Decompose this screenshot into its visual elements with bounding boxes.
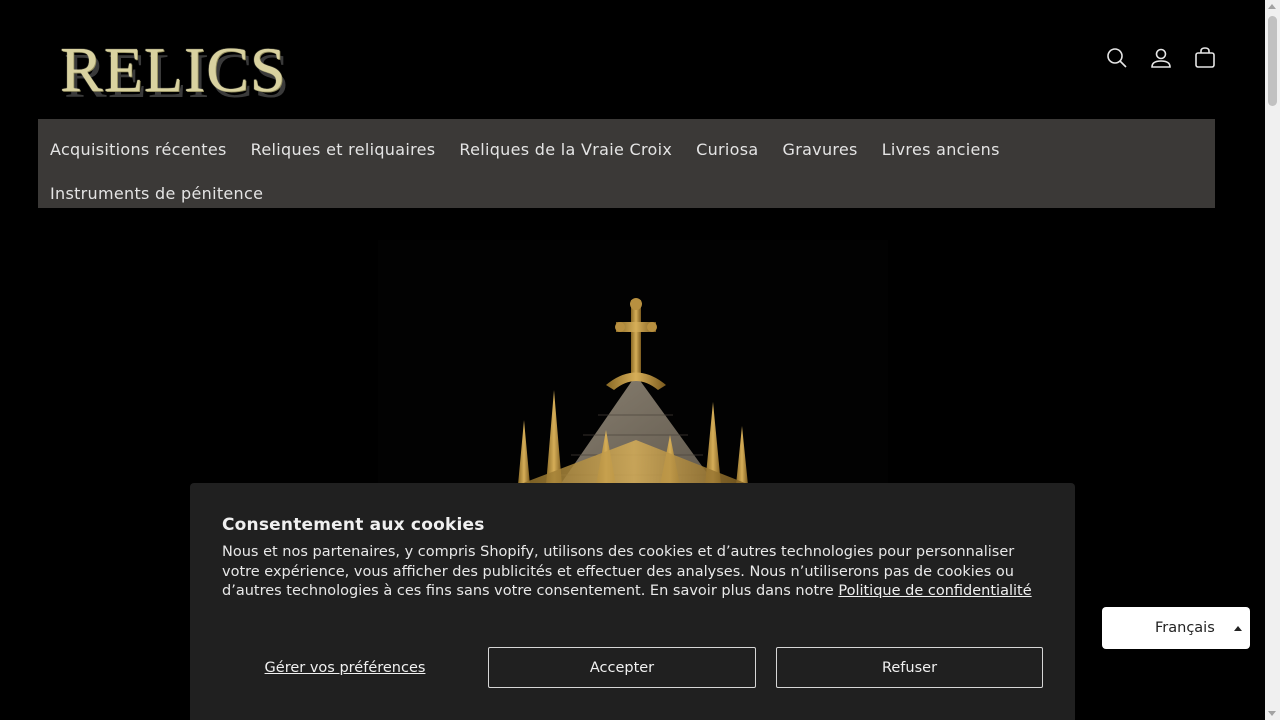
site-header: RELICS RELICS (0, 0, 1265, 119)
page-scrollbar[interactable] (1265, 0, 1280, 720)
manage-preferences-link[interactable]: Gérer vos préférences (222, 647, 468, 688)
main-navigation: Acquisitions récentes Reliques et reliqu… (38, 119, 1215, 208)
nav-row: Acquisitions récentes Reliques et reliqu… (50, 127, 1203, 171)
cookie-description: Nous et nos partenaires, y compris Shopi… (222, 543, 1032, 602)
nav-item-instruments[interactable]: Instruments de pénitence (50, 184, 263, 203)
nav-item-vraie-croix[interactable]: Reliques de la Vraie Croix (459, 140, 672, 159)
language-selector[interactable]: Français (1102, 607, 1250, 649)
header-icons (1105, 46, 1217, 70)
cookie-actions: Gérer vos préférences Accepter Refuser (222, 647, 1043, 688)
nav-item-reliques[interactable]: Reliques et reliquaires (251, 140, 436, 159)
cart-icon[interactable] (1193, 46, 1217, 70)
search-icon[interactable] (1105, 46, 1129, 70)
nav-item-gravures[interactable]: Gravures (783, 140, 858, 159)
accept-button[interactable]: Accepter (488, 647, 756, 688)
logo-text: RELICS (60, 34, 287, 105)
nav-item-livres[interactable]: Livres anciens (882, 140, 1000, 159)
refuse-button[interactable]: Refuser (776, 647, 1043, 688)
site-logo[interactable]: RELICS RELICS (60, 32, 300, 108)
account-icon[interactable] (1149, 46, 1173, 70)
nav-item-curiosa[interactable]: Curiosa (696, 140, 758, 159)
nav-row: Instruments de pénitence (50, 171, 1203, 215)
cookie-consent-banner: Consentement aux cookies Nous et nos par… (190, 483, 1075, 720)
nav-item-acquisitions[interactable]: Acquisitions récentes (50, 140, 227, 159)
scroll-up-arrow-icon[interactable] (1268, 4, 1276, 9)
language-label: Français (1155, 620, 1215, 636)
cookie-title: Consentement aux cookies (222, 515, 485, 535)
scroll-thumb[interactable] (1268, 16, 1277, 106)
caret-up-icon (1234, 626, 1242, 631)
scroll-down-arrow-icon[interactable] (1268, 711, 1276, 716)
privacy-policy-link[interactable]: Politique de confidentialité (838, 583, 1031, 599)
